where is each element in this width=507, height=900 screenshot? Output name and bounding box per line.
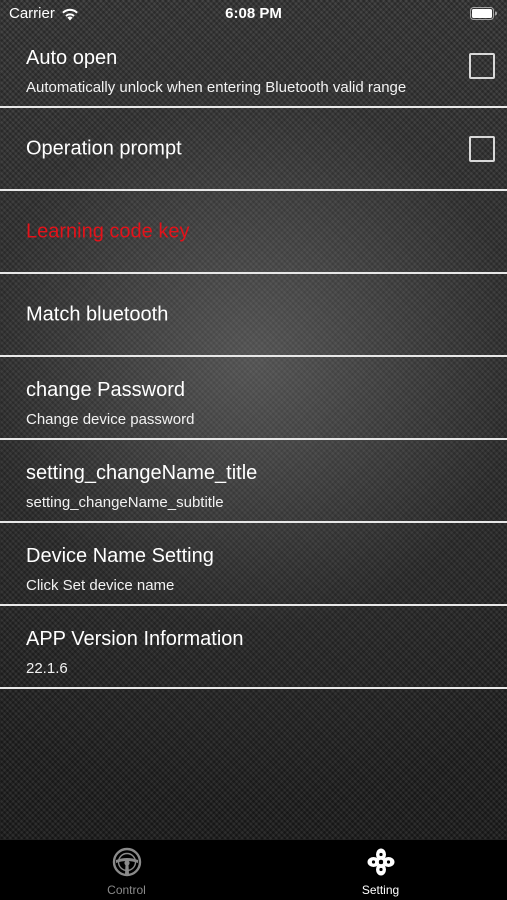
tab-setting-label: Setting bbox=[361, 883, 400, 897]
battery-icon bbox=[470, 7, 497, 20]
tab-setting[interactable]: Setting bbox=[254, 840, 507, 900]
change-password-title: change Password bbox=[26, 379, 185, 401]
tab-control-label: Control bbox=[107, 883, 146, 897]
change-password-subtitle: Change device password bbox=[26, 411, 195, 428]
match-bluetooth-row[interactable]: Match bluetooth bbox=[0, 274, 507, 357]
device-name-row[interactable]: Device Name Setting Click Set device nam… bbox=[0, 523, 507, 606]
setting-icon bbox=[367, 848, 394, 876]
learning-code-key-row[interactable]: Learning code key bbox=[0, 191, 507, 274]
change-name-title: setting_changeName_title bbox=[26, 462, 258, 484]
change-password-row[interactable]: change Password Change device password bbox=[0, 357, 507, 440]
auto-open-title: Auto open bbox=[26, 47, 118, 69]
status-time: 6:08 PM bbox=[225, 5, 282, 22]
auto-open-row[interactable]: Auto open Automatically unlock when ente… bbox=[0, 25, 507, 108]
auto-open-subtitle: Automatically unlock when entering Bluet… bbox=[26, 79, 407, 96]
app-version-row[interactable]: APP Version Information 22.1.6 bbox=[0, 606, 507, 689]
change-name-row[interactable]: setting_changeName_title setting_changeN… bbox=[0, 440, 507, 523]
app-version-title: APP Version Information bbox=[26, 628, 244, 650]
tab-control[interactable]: Control bbox=[0, 840, 253, 900]
device-name-title: Device Name Setting bbox=[26, 545, 214, 567]
change-name-subtitle: setting_changeName_subtitle bbox=[26, 494, 224, 511]
operation-prompt-title: Operation prompt bbox=[26, 137, 182, 159]
app-version-value: 22.1.6 bbox=[26, 660, 68, 677]
settings-list: Auto open Automatically unlock when ente… bbox=[0, 25, 507, 689]
device-name-subtitle: Click Set device name bbox=[26, 577, 175, 594]
steering-wheel-icon bbox=[112, 847, 141, 877]
auto-open-checkbox[interactable] bbox=[469, 52, 495, 79]
learning-code-key-title: Learning code key bbox=[26, 220, 190, 242]
tab-bar: Control Setting bbox=[0, 840, 507, 900]
operation-prompt-checkbox[interactable] bbox=[469, 135, 495, 162]
operation-prompt-row[interactable]: Operation prompt bbox=[0, 108, 507, 191]
match-bluetooth-title: Match bluetooth bbox=[26, 303, 169, 325]
